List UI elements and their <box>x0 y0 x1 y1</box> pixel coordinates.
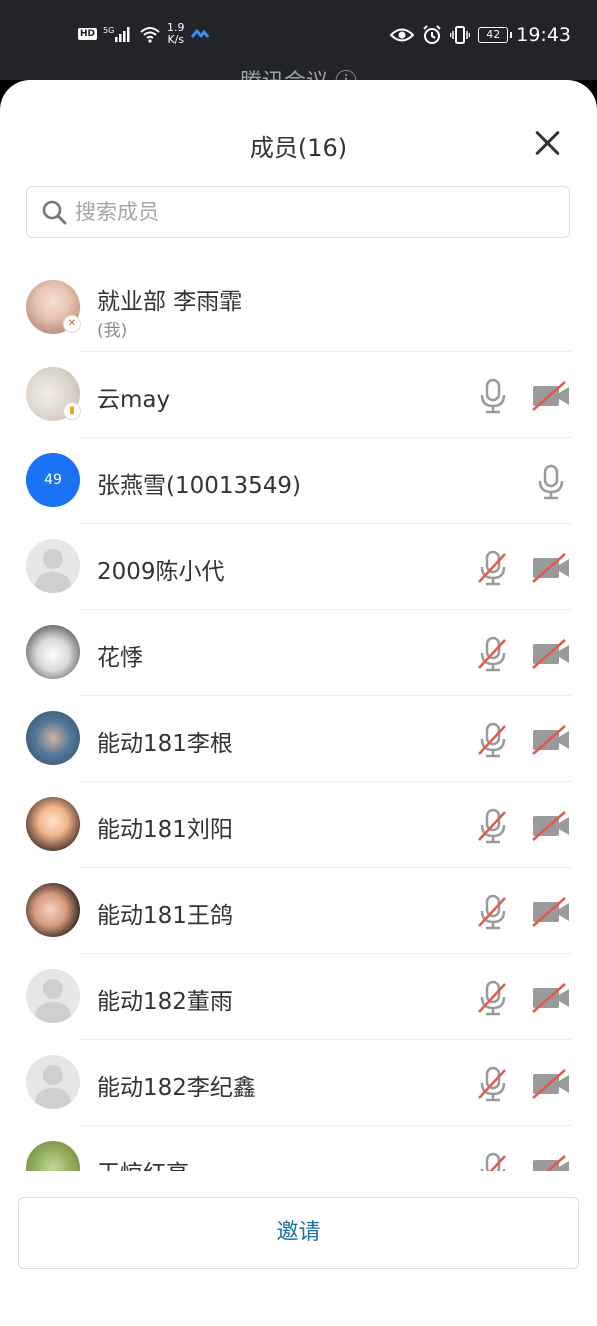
search-box[interactable] <box>26 186 570 238</box>
camera-off-icon[interactable] <box>531 1064 571 1104</box>
invite-button[interactable]: 邀请 <box>18 1197 579 1269</box>
clock: 19:43 <box>516 24 571 46</box>
network-label: 5G <box>103 26 114 35</box>
member-row[interactable]: 能动181李根 <box>0 696 597 782</box>
default-avatar-icon <box>26 539 80 593</box>
microphone-muted-icon[interactable] <box>473 892 513 932</box>
member-name: 王惊红亮 <box>97 1154 189 1171</box>
member-name: 就业部 李雨霏 <box>97 289 243 315</box>
member-row[interactable]: 王惊红亮 <box>0 1126 597 1171</box>
member-name: 2009陈小代 <box>97 559 225 585</box>
member-name: 云may <box>97 387 171 413</box>
background-title: 腾讯会议 ⓘ <box>0 64 597 80</box>
camera-off-icon[interactable] <box>531 978 571 1018</box>
search-icon <box>42 200 67 225</box>
member-name: 能动181刘阳 <box>97 817 233 843</box>
member-row[interactable]: ✕ 就业部 李雨霏 (我) <box>0 260 597 352</box>
microphone-muted-icon[interactable] <box>473 1064 513 1104</box>
camera-off-icon[interactable] <box>531 806 571 846</box>
member-name: 张燕雪(10013549) <box>97 473 302 499</box>
member-name: 能动181李根 <box>97 731 233 757</box>
sheet-title: 成员(16) <box>249 134 348 162</box>
network-speed: 1.9 K/s <box>167 21 185 46</box>
battery-indicator: 42 <box>478 27 513 43</box>
camera-off-icon[interactable] <box>531 720 571 760</box>
microphone-muted-icon[interactable] <box>473 1150 513 1171</box>
member-row[interactable]: 能动182董雨 <box>0 954 597 1040</box>
member-name: 花悸 <box>97 645 143 671</box>
alarm-icon <box>423 25 441 44</box>
member-row[interactable]: 能动182李纪鑫 <box>0 1040 597 1126</box>
close-button[interactable] <box>533 128 563 158</box>
status-right: 42 19:43 <box>390 24 571 46</box>
members-sheet: 成员(16) ✕ 就业部 李雨霏 (我) ▮ 云may <box>0 80 597 1326</box>
member-row[interactable]: 49 张燕雪(10013549) <box>0 438 597 524</box>
eye-icon <box>390 28 415 42</box>
microphone-on-icon[interactable] <box>473 376 513 416</box>
microphone-muted-icon[interactable] <box>473 978 513 1018</box>
mic-muted-badge-icon: ✕ <box>63 315 81 333</box>
member-row[interactable]: 2009陈小代 <box>0 524 597 610</box>
camera-off-icon[interactable] <box>531 634 571 674</box>
signal-icon: 5G <box>103 26 130 42</box>
default-avatar-icon <box>26 1055 80 1109</box>
speaking-badge-icon: ▮ <box>63 402 81 420</box>
microphone-muted-icon[interactable] <box>473 720 513 760</box>
microphone-on-icon[interactable] <box>531 462 571 502</box>
member-self-tag: (我) <box>97 321 128 341</box>
microphone-muted-icon[interactable] <box>473 806 513 846</box>
member-name: 能动182董雨 <box>97 989 233 1015</box>
microphone-muted-icon[interactable] <box>473 634 513 674</box>
default-avatar-icon <box>26 969 80 1023</box>
status-bar: HD 5G 1.9 K/s 42 19:43 <box>0 0 597 80</box>
member-list[interactable]: ✕ 就业部 李雨霏 (我) ▮ 云may 49 张燕雪(10013549) 20… <box>0 260 597 1171</box>
search-input[interactable] <box>75 200 569 224</box>
member-name: 能动181王鸽 <box>97 903 233 929</box>
avatar <box>26 625 80 679</box>
avatar <box>26 797 80 851</box>
meeting-app-icon <box>190 29 209 38</box>
avatar-initials: 49 <box>26 453 80 507</box>
member-row[interactable]: 花悸 <box>0 610 597 696</box>
avatar <box>26 883 80 937</box>
wifi-icon <box>140 27 160 43</box>
camera-off-icon[interactable] <box>531 548 571 588</box>
member-row[interactable]: 能动181刘阳 <box>0 782 597 868</box>
member-row[interactable]: ▮ 云may <box>0 352 597 438</box>
vibrate-icon <box>450 26 471 44</box>
status-left: HD 5G 1.9 K/s <box>78 22 209 46</box>
avatar <box>26 1141 80 1171</box>
member-row[interactable]: 能动181王鸽 <box>0 868 597 954</box>
avatar <box>26 711 80 765</box>
camera-off-icon[interactable] <box>531 1150 571 1171</box>
member-name: 能动182李纪鑫 <box>97 1075 256 1101</box>
hd-indicator: HD <box>78 28 98 40</box>
camera-off-icon[interactable] <box>531 892 571 932</box>
microphone-muted-icon[interactable] <box>473 548 513 588</box>
camera-off-icon[interactable] <box>531 376 571 416</box>
